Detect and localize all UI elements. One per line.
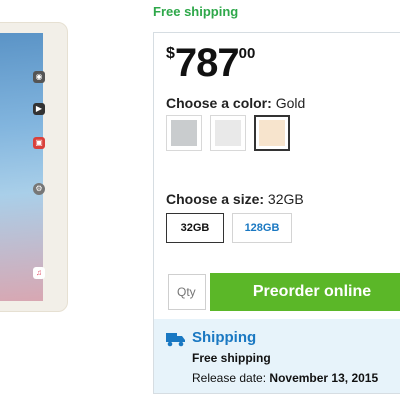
shipping-info: Shipping Free shipping Release date: Nov… <box>154 319 400 393</box>
color-label-row: Choose a color: Gold <box>166 95 305 111</box>
size-label: Choose a size: <box>166 191 265 207</box>
music-icon: ♫ <box>33 267 45 279</box>
swatch-space-gray-fill <box>171 120 197 146</box>
product-image: ◉ ▶ ▣ ⚙ ♫ <box>0 22 68 312</box>
quantity-input[interactable] <box>168 274 206 310</box>
color-selected: Gold <box>275 95 306 111</box>
purchase-panel: $78700 Choose a color: Gold Choose a siz… <box>153 32 400 394</box>
price-main: 787 <box>174 41 240 85</box>
camera-icon: ◉ <box>33 71 45 83</box>
free-shipping-banner: Free shipping <box>153 4 239 19</box>
release-date-label: Release date: <box>192 371 267 385</box>
size-label-row: Choose a size: 32GB <box>166 191 304 207</box>
swatch-silver-fill <box>215 120 241 146</box>
size-option-128gb[interactable]: 128GB <box>232 213 292 243</box>
product-screen: ◉ ▶ ▣ ⚙ ♫ <box>0 33 45 301</box>
photo-booth-icon: ▣ <box>33 137 45 149</box>
release-date-value: November 13, 2015 <box>269 371 379 385</box>
truck-icon <box>166 333 185 347</box>
swatch-silver[interactable] <box>210 115 246 151</box>
shipping-method: Free shipping <box>192 351 271 365</box>
release-date-row: Release date: November 13, 2015 <box>192 371 378 385</box>
shipping-title: Shipping <box>192 329 257 346</box>
size-selected: 32GB <box>267 191 304 207</box>
price-currency: $ <box>166 45 175 62</box>
price: $78700 <box>166 41 255 86</box>
swatch-space-gray[interactable] <box>166 115 202 151</box>
color-label: Choose a color: <box>166 95 272 111</box>
settings-icon: ⚙ <box>33 183 45 195</box>
size-option-32gb[interactable]: 32GB <box>166 213 224 243</box>
video-icon: ▶ <box>33 103 45 115</box>
preorder-button[interactable]: Preorder online <box>210 273 400 311</box>
price-cents: 00 <box>238 45 256 62</box>
swatch-gold[interactable] <box>254 115 290 151</box>
swatch-gold-fill <box>259 120 285 146</box>
